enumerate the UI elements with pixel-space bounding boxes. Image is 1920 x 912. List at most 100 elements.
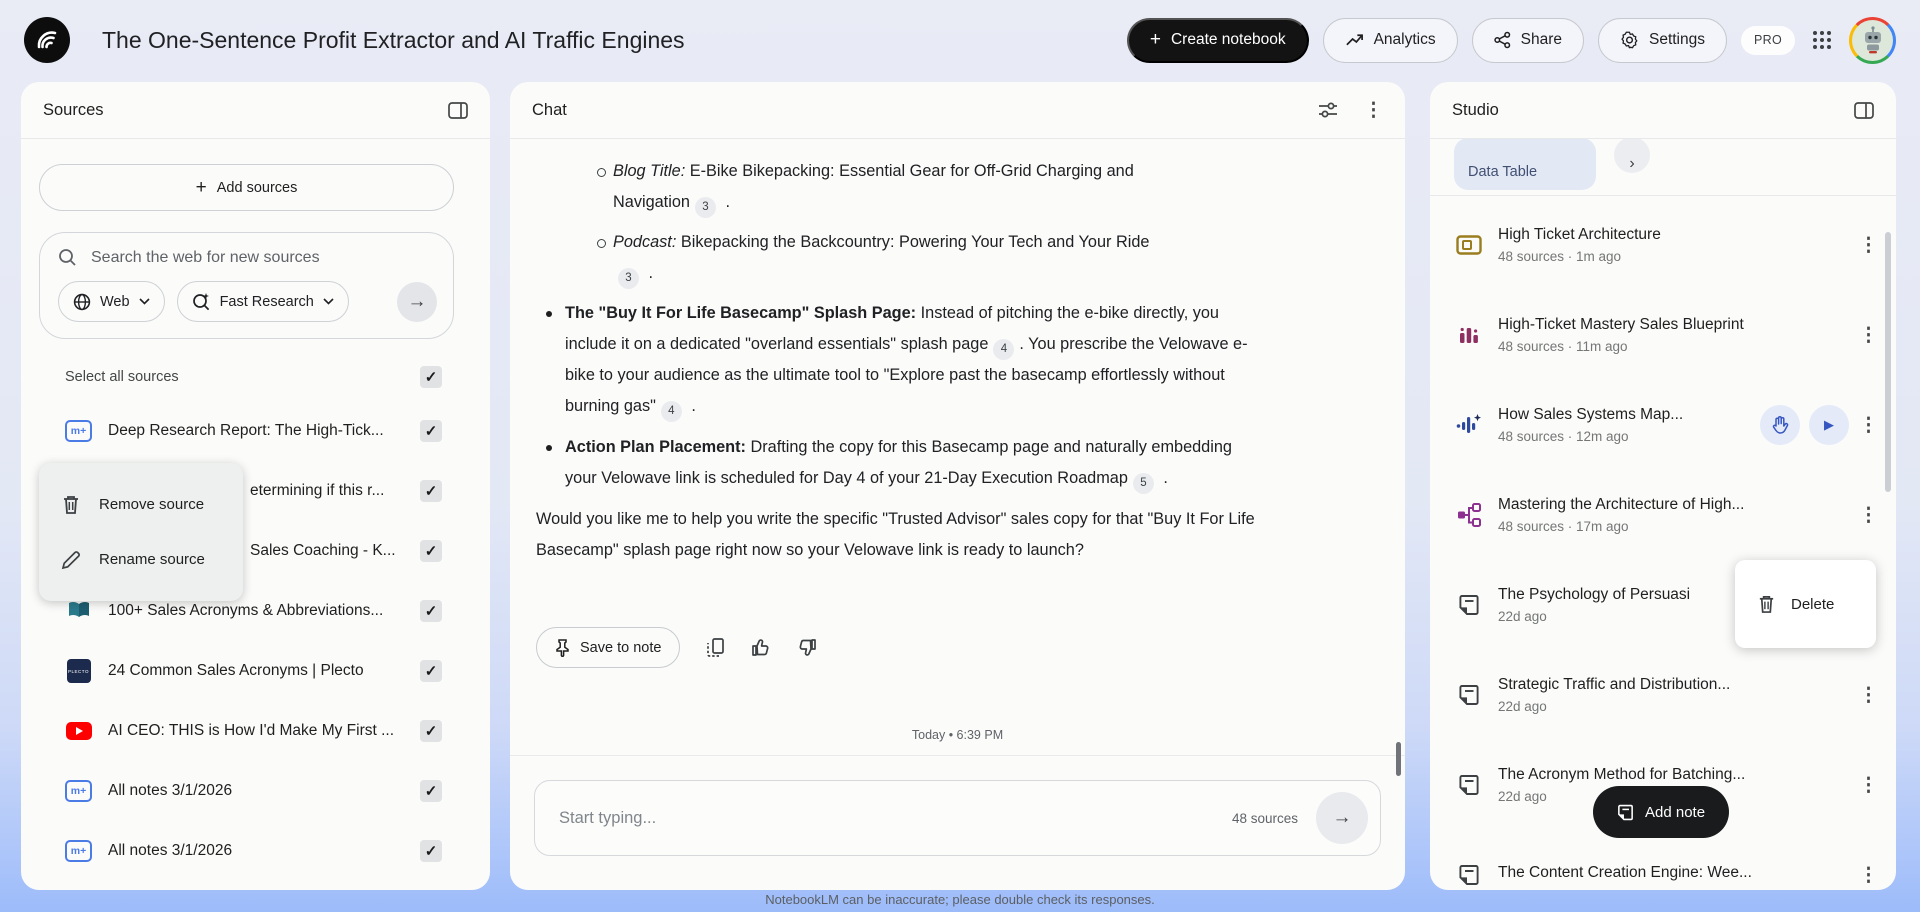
studio-item-title: High Ticket Architecture	[1498, 226, 1661, 243]
search-submit-button[interactable]	[397, 281, 437, 322]
research-mode-chip[interactable]: Fast Research	[176, 281, 349, 322]
analytics-label: Analytics	[1373, 31, 1436, 48]
add-note-button[interactable]: Add note	[1593, 786, 1730, 838]
play-audio-button[interactable]	[1809, 405, 1849, 445]
chevron-down-icon	[138, 298, 150, 305]
source-checkbox[interactable]	[420, 480, 442, 502]
citation-chip[interactable]: 3	[618, 268, 639, 289]
pin-icon	[556, 638, 569, 657]
source-checkbox[interactable]	[420, 660, 442, 682]
note-source-icon: m+	[65, 420, 92, 442]
save-to-note-label: Save to note	[580, 639, 662, 656]
source-title: 24 Common Sales Acronyms | Plecto	[108, 662, 364, 679]
search-input[interactable]	[91, 248, 437, 267]
sources-title: Sources	[43, 100, 104, 119]
chat-input[interactable]	[559, 808, 1232, 828]
add-sources-label: Add sources	[216, 179, 298, 196]
thumbs-down-icon[interactable]	[797, 638, 817, 657]
interactive-mode-button[interactable]	[1760, 405, 1800, 445]
plus-icon	[1150, 30, 1161, 50]
expand-panel-icon[interactable]	[1854, 101, 1874, 119]
notebooklm-logo-icon[interactable]	[24, 17, 70, 63]
note-source-icon: m+	[65, 840, 92, 862]
source-checkbox[interactable]	[420, 780, 442, 802]
add-sources-button[interactable]: Add sources	[39, 164, 454, 211]
create-notebook-button[interactable]: Create notebook	[1126, 17, 1309, 63]
chip-chevron-button[interactable]: ›	[1614, 139, 1650, 173]
citation-chip[interactable]: 5	[1132, 473, 1154, 494]
share-button[interactable]: Share	[1471, 17, 1584, 63]
plus-icon	[196, 178, 207, 197]
data-table-chip-label: Data Table	[1468, 164, 1538, 180]
source-checkbox[interactable]	[420, 600, 442, 622]
settings-label: Settings	[1648, 31, 1705, 48]
studio-item-title: How Sales Systems Map...	[1498, 406, 1684, 423]
item-more-menu-icon[interactable]	[1859, 864, 1878, 887]
studio-item-title: Mastering the Architecture of High...	[1498, 496, 1745, 513]
source-count-label: 48 sources	[1231, 810, 1298, 826]
citation-chip[interactable]: 4	[660, 401, 682, 422]
studio-item[interactable]: The Content Creation Engine: Wee...	[1430, 830, 1896, 890]
chat-response-actions: Save to note	[536, 627, 817, 668]
analytics-button[interactable]: Analytics	[1322, 17, 1458, 63]
note-doc-icon	[1454, 864, 1484, 886]
copy-response-icon[interactable]	[706, 637, 725, 658]
search-icon	[59, 249, 76, 266]
user-avatar[interactable]	[1849, 16, 1896, 64]
studio-item-title: High-Ticket Mastery Sales Blueprint	[1498, 316, 1744, 333]
source-row[interactable]: AI CEO: THIS is How I'd Make My First ..…	[21, 701, 490, 761]
select-all-checkbox[interactable]	[420, 366, 442, 388]
source-row[interactable]: m+ Deep Research Report: The High-Tick..…	[21, 401, 490, 461]
chat-settings-tune-icon[interactable]	[1318, 102, 1338, 118]
source-title: Deep Research Report: The High-Tick...	[108, 422, 384, 439]
rename-source-menu-item[interactable]: Rename source	[39, 532, 243, 587]
studio-item[interactable]: High Ticket Architecture 48 sources · 1m…	[1430, 200, 1896, 290]
save-to-note-button[interactable]: Save to note	[536, 627, 681, 668]
data-table-chip[interactable]: Data Table	[1454, 139, 1596, 190]
source-row[interactable]: PLECTO 24 Common Sales Acronyms | Plecto	[21, 641, 490, 701]
item-more-menu-icon[interactable]	[1859, 324, 1878, 347]
chat-closing-paragraph: Would you like me to help you write the …	[536, 510, 1255, 559]
share-icon	[1493, 31, 1510, 49]
web-source-chip[interactable]: Web	[58, 281, 165, 322]
send-message-button[interactable]	[1316, 792, 1368, 844]
studio-item[interactable]: High-Ticket Mastery Sales Blueprint 48 s…	[1430, 290, 1896, 380]
studio-scrollbar-thumb[interactable]	[1885, 232, 1891, 492]
item-more-menu-icon[interactable]	[1859, 504, 1878, 527]
source-checkbox[interactable]	[420, 420, 442, 442]
source-checkbox[interactable]	[420, 720, 442, 742]
google-apps-grid-icon[interactable]	[1809, 27, 1835, 53]
gear-icon	[1621, 31, 1638, 49]
item-more-menu-icon[interactable]	[1859, 414, 1878, 437]
studio-item[interactable]: Strategic Traffic and Distribution... 22…	[1430, 650, 1896, 740]
chevron-down-icon	[323, 298, 334, 305]
chat-bullet-list: The "Buy It For Life Basecamp" Splash Pa…	[536, 298, 1256, 494]
source-row[interactable]: m+ All notes 3/1/2026	[21, 761, 490, 821]
source-checkbox[interactable]	[420, 540, 442, 562]
chat-input-box: 48 sources	[534, 780, 1381, 856]
thumbs-up-icon[interactable]	[751, 638, 771, 657]
citation-chip[interactable]: 3	[694, 197, 716, 218]
collapse-panel-icon[interactable]	[448, 101, 468, 119]
note-doc-icon	[1454, 774, 1484, 796]
play-icon	[1824, 417, 1834, 433]
add-note-label: Add note	[1645, 803, 1706, 821]
chat-sub-bullet: Podcast: Bikepacking the Backcountry: Po…	[597, 227, 1176, 289]
item-more-menu-icon[interactable]	[1859, 684, 1878, 707]
studio-chip-row: Data Table ›	[1430, 139, 1896, 196]
delete-menu-item[interactable]: Delete	[1735, 560, 1876, 648]
citation-chip[interactable]: 4	[993, 339, 1015, 360]
studio-item[interactable]: How Sales Systems Map... 48 sources · 12…	[1430, 380, 1896, 470]
remove-source-menu-item[interactable]: Remove source	[39, 477, 243, 532]
source-title: All notes 3/1/2026	[108, 782, 233, 799]
settings-button[interactable]: Settings	[1597, 17, 1727, 63]
source-checkbox[interactable]	[420, 840, 442, 862]
chat-scrollbar-thumb[interactable]	[1396, 742, 1401, 776]
source-row[interactable]: m+ All notes 3/1/2026	[21, 821, 490, 881]
item-more-menu-icon[interactable]	[1859, 234, 1878, 257]
note-source-icon: m+	[65, 780, 92, 802]
chat-more-menu-icon[interactable]	[1364, 99, 1383, 122]
studio-item[interactable]: Mastering the Architecture of High... 48…	[1430, 470, 1896, 560]
item-more-menu-icon[interactable]	[1859, 774, 1878, 797]
fast-research-icon	[192, 293, 209, 311]
